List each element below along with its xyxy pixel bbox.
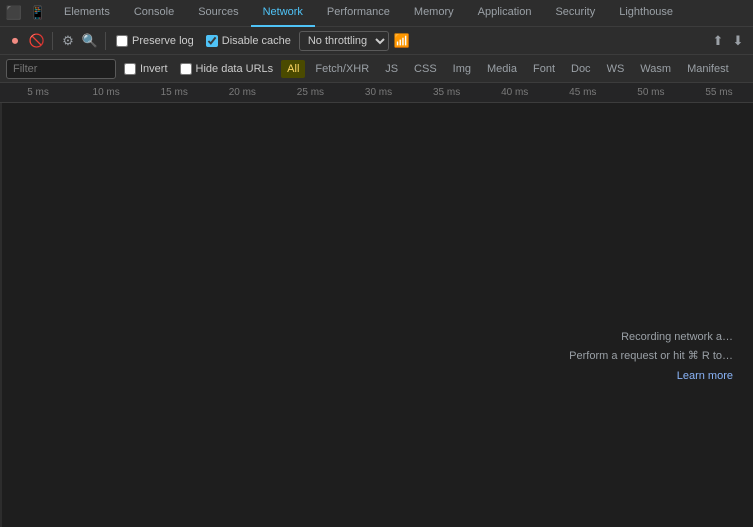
recording-text: Recording network a… xyxy=(569,328,733,348)
import-export: ⬆ ⬇ xyxy=(709,32,747,50)
invert-checkbox[interactable] xyxy=(124,63,136,75)
tick-7: 35 ms xyxy=(413,87,481,98)
devtools-icon[interactable]: ⬛ xyxy=(4,3,24,23)
throttle-select[interactable]: No throttling Fast 3G Slow 3G Offline xyxy=(299,31,389,51)
tab-application[interactable]: Application xyxy=(466,0,544,27)
tab-bar: ⬛ 📱 Elements Console Sources Network Per… xyxy=(0,0,753,27)
tick-10: 50 ms xyxy=(617,87,685,98)
import-icon[interactable]: ⬆ xyxy=(709,32,727,50)
tick-3: 15 ms xyxy=(140,87,208,98)
type-btn-wasm[interactable]: Wasm xyxy=(634,60,677,78)
tick-5: 25 ms xyxy=(276,87,344,98)
record-button[interactable]: ⏺ xyxy=(6,32,24,50)
tab-sources[interactable]: Sources xyxy=(186,0,250,27)
network-content: Recording network a… Perform a request o… xyxy=(0,103,753,527)
tab-security[interactable]: Security xyxy=(543,0,607,27)
type-btn-media[interactable]: Media xyxy=(481,60,523,78)
wifi-icon[interactable]: 📶 xyxy=(393,32,411,50)
tab-network[interactable]: Network xyxy=(251,0,315,27)
divider-1 xyxy=(52,32,53,50)
tab-performance[interactable]: Performance xyxy=(315,0,402,27)
disable-cache-label[interactable]: Disable cache xyxy=(202,35,295,47)
divider-2 xyxy=(105,32,106,50)
perform-request-text: Perform a request or hit ⌘ R to… xyxy=(569,347,733,367)
type-btn-js[interactable]: JS xyxy=(379,60,404,78)
tick-11: 55 ms xyxy=(685,87,753,98)
left-border xyxy=(0,103,2,527)
network-toolbar: ⏺ 🚫 ⚙ 🔍 Preserve log Disable cache No th… xyxy=(0,27,753,55)
type-btn-img[interactable]: Img xyxy=(447,60,477,78)
tab-console[interactable]: Console xyxy=(122,0,186,27)
tab-icons: ⬛ 📱 xyxy=(4,3,48,23)
clear-button[interactable]: 🚫 xyxy=(28,32,46,50)
export-icon[interactable]: ⬇ xyxy=(729,32,747,50)
tick-4: 20 ms xyxy=(208,87,276,98)
hide-data-urls-label[interactable]: Hide data URLs xyxy=(176,63,278,75)
type-btn-css[interactable]: CSS xyxy=(408,60,443,78)
tick-9: 45 ms xyxy=(549,87,617,98)
filter-bar: Invert Hide data URLs All Fetch/XHR JS C… xyxy=(0,55,753,83)
filter-input[interactable] xyxy=(6,59,116,79)
tab-lighthouse[interactable]: Lighthouse xyxy=(607,0,685,27)
timeline-header: 5 ms 10 ms 15 ms 20 ms 25 ms 30 ms 35 ms… xyxy=(0,83,753,103)
filter-icon[interactable]: ⚙ xyxy=(59,32,77,50)
preserve-log-label[interactable]: Preserve log xyxy=(112,35,198,47)
hide-data-urls-checkbox[interactable] xyxy=(180,63,192,75)
type-btn-all[interactable]: All xyxy=(281,60,305,78)
preserve-log-checkbox[interactable] xyxy=(116,35,128,47)
learn-more-link[interactable]: Learn more xyxy=(677,370,733,382)
type-btn-doc[interactable]: Doc xyxy=(565,60,597,78)
search-icon[interactable]: 🔍 xyxy=(81,32,99,50)
tick-1: 5 ms xyxy=(4,87,72,98)
tab-memory[interactable]: Memory xyxy=(402,0,466,27)
tick-6: 30 ms xyxy=(344,87,412,98)
type-btn-ws[interactable]: WS xyxy=(601,60,631,78)
type-btn-fetch-xhr[interactable]: Fetch/XHR xyxy=(309,60,375,78)
invert-label[interactable]: Invert xyxy=(120,63,172,75)
tick-8: 40 ms xyxy=(481,87,549,98)
empty-state: Recording network a… Perform a request o… xyxy=(569,328,733,387)
device-toolbar-icon[interactable]: 📱 xyxy=(28,3,48,23)
tick-2: 10 ms xyxy=(72,87,140,98)
tab-elements[interactable]: Elements xyxy=(52,0,122,27)
disable-cache-checkbox[interactable] xyxy=(206,35,218,47)
type-btn-font[interactable]: Font xyxy=(527,60,561,78)
type-btn-manifest[interactable]: Manifest xyxy=(681,60,735,78)
